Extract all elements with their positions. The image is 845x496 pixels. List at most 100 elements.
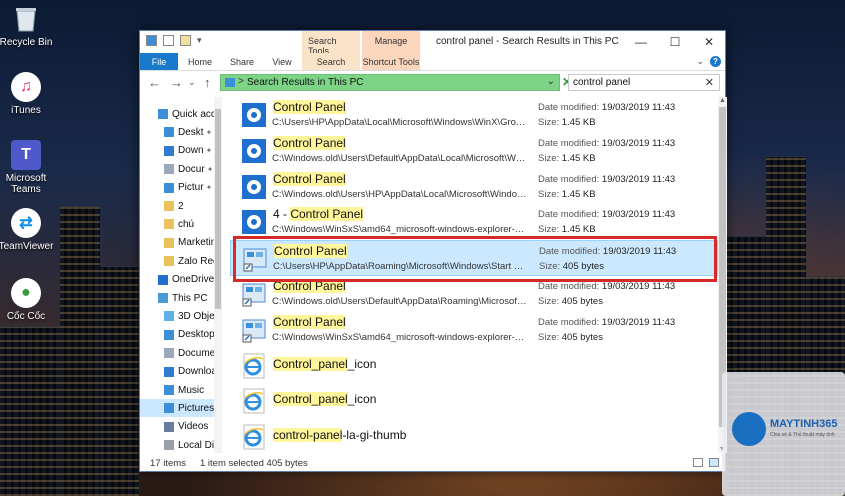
item-count: 17 items bbox=[150, 458, 186, 469]
nav-item[interactable]: Down ✦ bbox=[164, 142, 212, 160]
date-modified-label: Date modified: bbox=[538, 173, 600, 185]
nav-item[interactable]: Local Dis bbox=[164, 436, 216, 453]
result-name-suffix: _icon bbox=[347, 356, 377, 371]
result-row[interactable]: Control_panel_icon bbox=[230, 383, 718, 419]
tab-search[interactable]: Search bbox=[302, 53, 360, 70]
result-row[interactable]: Control_panel_icon bbox=[230, 348, 718, 384]
nav-item[interactable]: Music bbox=[164, 381, 204, 399]
tab-shortcut-tools[interactable]: Shortcut Tools bbox=[362, 53, 420, 70]
desktop-icon-recycle-bin[interactable]: Recycle Bin bbox=[0, 4, 58, 48]
nav-item-label: Deskt bbox=[178, 126, 204, 138]
minimize-button[interactable]: — bbox=[624, 31, 658, 53]
nav-item[interactable]: Documer bbox=[164, 344, 216, 362]
expand-ribbon-icon[interactable]: ⌄ bbox=[696, 56, 704, 67]
desktop-icon-itunes[interactable]: ♫ iTunes bbox=[0, 72, 58, 116]
nav-item[interactable]: Pictur ✦ bbox=[164, 179, 212, 197]
customize-qat-icon[interactable]: ▾ bbox=[197, 35, 202, 46]
nav-item[interactable]: Desktop bbox=[164, 326, 215, 344]
size-value: 1.45 KB bbox=[561, 117, 596, 128]
nav-item[interactable]: Deskt ✦ bbox=[164, 123, 212, 141]
size-label: Size: bbox=[539, 261, 561, 273]
result-name: Control Panel bbox=[272, 279, 347, 293]
window-title: control panel - Search Results in This P… bbox=[436, 36, 619, 47]
gear-icon bbox=[241, 209, 267, 235]
tab-share[interactable]: Share bbox=[222, 53, 262, 70]
teamviewer-icon: ⇄ bbox=[11, 208, 41, 238]
up-button[interactable]: ↑ bbox=[204, 75, 211, 90]
nav-item[interactable]: Quick acce bbox=[158, 105, 216, 123]
result-row[interactable]: Control Panel C:\Windows.old\Users\Defaul… bbox=[230, 133, 718, 169]
nav-item[interactable]: chú bbox=[164, 215, 194, 233]
nav-item[interactable]: Downloa bbox=[164, 363, 216, 381]
address-dropdown-button[interactable]: ⌄ bbox=[547, 76, 555, 87]
result-row[interactable]: 4 - Control Panel C:\Windows\WinSxS\amd64… bbox=[230, 204, 718, 240]
pc-icon bbox=[158, 293, 168, 303]
result-name: Control_panel_icon bbox=[272, 392, 377, 407]
pictures-icon bbox=[164, 403, 174, 414]
status-bar: 17 items 1 item selected 405 bytes bbox=[140, 453, 727, 473]
date-modified-value: 19/03/2019 11:43 bbox=[601, 137, 676, 149]
nav-item-label: 3D Objec bbox=[178, 310, 216, 322]
tab-view[interactable]: View bbox=[262, 53, 302, 70]
scroll-up-arrow[interactable]: ▲ bbox=[719, 97, 726, 104]
address-bar[interactable]: > Search Results in This PC ⌄ bbox=[220, 74, 560, 91]
desktop-icon-label: Cốc Cốc bbox=[6, 311, 46, 322]
nav-item[interactable]: Pictures bbox=[140, 399, 214, 418]
tab-file[interactable]: File bbox=[140, 53, 178, 70]
nav-item[interactable]: Videos bbox=[164, 418, 208, 436]
pin-icon: ✦ bbox=[205, 146, 213, 156]
size-value: 405 bytes bbox=[561, 296, 603, 307]
navigation-pane-scrollbar[interactable] bbox=[214, 97, 222, 453]
help-icon[interactable]: ? bbox=[710, 56, 721, 67]
recent-locations-button[interactable]: ⌄ bbox=[188, 77, 196, 88]
breadcrumb-separator[interactable]: > bbox=[238, 76, 244, 87]
nav-item[interactable]: Docur ✦ bbox=[164, 160, 213, 178]
search-input[interactable]: control panel ✕ bbox=[568, 74, 720, 91]
date-modified-label: Date modified: bbox=[539, 246, 601, 258]
result-row[interactable]: Control Panel C:\Windows\WinSxS\amd64_mic… bbox=[230, 312, 718, 348]
clear-search-button[interactable]: ✕ bbox=[705, 76, 714, 89]
desktop-icon-teams[interactable]: T Microsoft Teams bbox=[0, 140, 58, 195]
new-folder-icon[interactable] bbox=[180, 35, 191, 46]
desktop-folder-icon bbox=[164, 127, 174, 138]
control-panel-shortcut-icon bbox=[242, 246, 268, 272]
nav-item-label: Downloa bbox=[178, 366, 216, 378]
context-tab-manage: Manage bbox=[362, 31, 420, 53]
search-match-highlight: Control Panel bbox=[290, 207, 364, 222]
nav-item[interactable]: This PC bbox=[158, 289, 208, 307]
nav-item[interactable]: OneDrive - bbox=[158, 271, 216, 289]
properties-icon[interactable] bbox=[163, 35, 174, 46]
size-label: Size: bbox=[538, 224, 560, 236]
nav-item[interactable]: Marketin bbox=[164, 234, 216, 252]
result-row[interactable]: Control Panel C:\Users\HP\AppData\Roaming… bbox=[230, 240, 718, 277]
result-name-prefix: 4 - bbox=[273, 207, 291, 222]
nav-item-label: Local Dis bbox=[178, 439, 216, 451]
wallpaper-building bbox=[0, 326, 60, 496]
size-label: Size: bbox=[538, 331, 560, 343]
close-button[interactable]: ✕ bbox=[692, 31, 726, 53]
size-value: 1.45 KB bbox=[561, 224, 596, 236]
nav-item[interactable]: 2 bbox=[164, 197, 184, 215]
result-row[interactable]: Control Panel C:\Windows.old\Users\HP\App… bbox=[230, 169, 718, 205]
result-name: Control_panel_icon bbox=[272, 356, 377, 371]
maytinh365-logo-icon bbox=[732, 412, 766, 446]
desktop-icon-label: Microsoft Teams bbox=[5, 173, 47, 195]
scrollbar-thumb[interactable] bbox=[215, 109, 221, 309]
result-name-suffix: _icon bbox=[347, 392, 377, 407]
nav-item[interactable]: 3D Objec bbox=[164, 307, 216, 325]
details-view-icon[interactable] bbox=[693, 458, 703, 467]
forward-button[interactable]: → bbox=[170, 75, 183, 90]
result-row[interactable]: Control Panel C:\Windows.old\Users\Defaul… bbox=[230, 276, 718, 312]
desktop-icon-teamviewer[interactable]: ⇄ TeamViewer bbox=[0, 208, 58, 252]
watermark-logo: MAYTINH365 Chia sẻ & Thủ thuật máy tính bbox=[722, 372, 845, 496]
search-match-highlight: Control_panel bbox=[273, 392, 348, 407]
result-row[interactable]: Control Panel C:\Users\HP\AppData\Local\M… bbox=[230, 97, 718, 133]
large-icons-view-icon[interactable] bbox=[709, 458, 719, 467]
result-row[interactable]: control-panel-la-gi-thumb bbox=[230, 419, 718, 453]
nav-item[interactable]: Zalo Rec bbox=[164, 252, 216, 270]
back-button[interactable]: ← bbox=[148, 75, 161, 90]
search-match-highlight: Control Panel bbox=[273, 279, 346, 293]
desktop-icon-coccoc[interactable]: ● Cốc Cốc bbox=[0, 278, 58, 322]
maximize-button[interactable]: ☐ bbox=[658, 31, 692, 53]
tab-home[interactable]: Home bbox=[178, 53, 222, 70]
